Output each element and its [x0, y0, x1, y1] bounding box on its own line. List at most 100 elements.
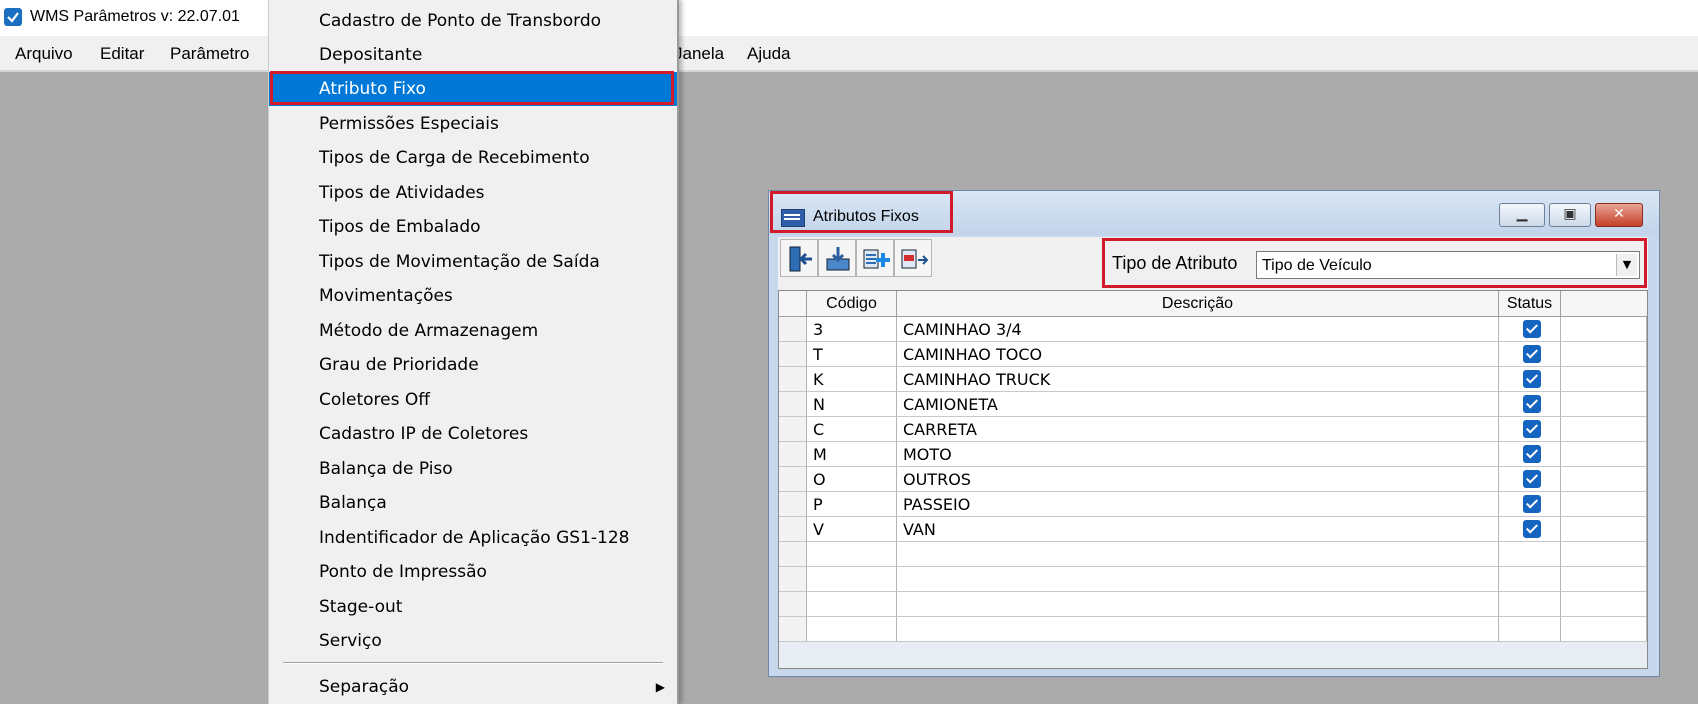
cell-descricao: MOTO [897, 442, 1499, 467]
status-checkbox[interactable] [1523, 470, 1541, 488]
menu-item-cadastro-ip-coletores[interactable]: Cadastro IP de Coletores [269, 417, 677, 451]
menu-item-metodo-armazenagem[interactable]: Método de Armazenagem [269, 314, 677, 348]
menu-parametro[interactable]: Parâmetro [170, 44, 249, 64]
menu-item-ponto-impressao[interactable]: Ponto de Impressão [269, 555, 677, 589]
close-button[interactable]: ✕ [1595, 203, 1643, 227]
row-indicator [779, 567, 807, 592]
header-status[interactable]: Status [1499, 291, 1561, 317]
status-checkbox[interactable] [1523, 320, 1541, 338]
cell-filler [1561, 492, 1647, 517]
cell-status[interactable] [1499, 442, 1561, 467]
menu-item-label: Indentificador de Aplicação GS1-128 [319, 528, 630, 548]
cell-status[interactable] [1499, 467, 1561, 492]
table-row[interactable]: O OUTROS [779, 467, 1647, 492]
menu-item-grau-prioridade[interactable]: Grau de Prioridade [269, 348, 677, 382]
table-row[interactable]: V VAN [779, 517, 1647, 542]
menu-item-tipos-embalado[interactable]: Tipos de Embalado [269, 210, 677, 244]
cell-descricao-text: OUTROS [903, 470, 971, 489]
cell-filler [1561, 392, 1647, 417]
menu-item-stage-out[interactable]: Stage-out [269, 590, 677, 624]
close-icon: ✕ [1613, 206, 1625, 222]
menu-item-label: Tipos de Carga de Recebimento [319, 148, 590, 168]
status-checkbox[interactable] [1523, 420, 1541, 438]
table-row[interactable]: M MOTO [779, 442, 1647, 467]
row-indicator [779, 592, 807, 617]
cell-status[interactable] [1499, 392, 1561, 417]
cell-status [1499, 542, 1561, 567]
row-indicator [779, 417, 807, 442]
menu-item-movimentacoes[interactable]: Movimentações [269, 279, 677, 313]
menu-item-depositante[interactable]: Depositante [269, 38, 677, 72]
menu-item-tipos-movimentacao-saida[interactable]: Tipos de Movimentação de Saída [269, 245, 677, 279]
menu-item-identificador-gs1[interactable]: Indentificador de Aplicação GS1-128 [269, 521, 677, 555]
exit-icon [789, 246, 812, 272]
minimize-button[interactable]: ▁ [1499, 203, 1545, 227]
menu-item-balanca-piso[interactable]: Balança de Piso [269, 452, 677, 486]
cell-status[interactable] [1499, 367, 1561, 392]
cell-filler [1561, 342, 1647, 367]
status-checkbox[interactable] [1523, 345, 1541, 363]
cell-descricao: PASSEIO [897, 492, 1499, 517]
atributos-grid: Código Descrição Status 3 CAMINHAO 3/4 T CA… [778, 290, 1648, 669]
row-indicator [779, 467, 807, 492]
status-checkbox[interactable] [1523, 445, 1541, 463]
menu-item-label: Separação [319, 677, 410, 697]
annotation-highlight-box [1102, 238, 1647, 288]
menu-item-ponto-transbordo[interactable]: Cadastro de Ponto de Transbordo [269, 4, 677, 38]
cell-status[interactable] [1499, 342, 1561, 367]
maximize-button[interactable]: ▣ [1549, 203, 1591, 227]
row-indicator [779, 442, 807, 467]
add-button[interactable] [856, 239, 894, 277]
menu-item-balanca[interactable]: Balança [269, 486, 677, 520]
table-row[interactable]: C CARRETA [779, 417, 1647, 442]
menu-item-label: Cadastro de Ponto de Transbordo [319, 11, 602, 31]
exit-button[interactable] [780, 239, 818, 277]
cell-status[interactable] [1499, 492, 1561, 517]
menu-item-servico[interactable]: Serviço [269, 624, 677, 658]
cell-filler [1561, 542, 1647, 567]
cell-filler [1561, 417, 1647, 442]
table-row[interactable] [779, 567, 1647, 592]
table-row[interactable]: T CAMINHAO TOCO [779, 342, 1647, 367]
menu-item-label: Grau de Prioridade [319, 355, 479, 375]
menu-item-separacao[interactable]: Separação ▶ [269, 670, 677, 704]
cell-descricao-text: VAN [903, 520, 936, 539]
cell-codigo: C [807, 417, 897, 442]
save-button[interactable] [818, 239, 856, 277]
menu-ajuda[interactable]: Ajuda [747, 44, 790, 64]
cell-status[interactable] [1499, 317, 1561, 342]
remove-button[interactable] [894, 239, 932, 277]
cell-descricao-text: MOTO [903, 445, 952, 464]
table-row[interactable]: P PASSEIO [779, 492, 1647, 517]
table-row[interactable]: K CAMINHAO TRUCK [779, 367, 1647, 392]
status-checkbox[interactable] [1523, 395, 1541, 413]
status-checkbox[interactable] [1523, 370, 1541, 388]
cell-codigo [807, 617, 897, 642]
header-codigo[interactable]: Código [807, 291, 897, 317]
header-descricao[interactable]: Descrição [897, 291, 1499, 317]
status-checkbox[interactable] [1523, 495, 1541, 513]
table-row[interactable] [779, 592, 1647, 617]
cell-status[interactable] [1499, 417, 1561, 442]
status-checkbox[interactable] [1523, 520, 1541, 538]
menu-arquivo[interactable]: Arquivo [15, 44, 73, 64]
cell-status [1499, 617, 1561, 642]
cell-descricao [897, 542, 1499, 567]
table-row[interactable]: 3 CAMINHAO 3/4 [779, 317, 1647, 342]
remove-icon [901, 249, 928, 269]
cell-descricao-text: CAMIONETA [903, 395, 998, 414]
menu-item-label: Cadastro IP de Coletores [319, 424, 529, 444]
cell-status[interactable] [1499, 517, 1561, 542]
table-row[interactable]: N CAMIONETA [779, 392, 1647, 417]
menu-janela[interactable]: Janela [674, 44, 724, 64]
row-indicator [779, 367, 807, 392]
annotation-highlight-box [770, 191, 953, 233]
cell-codigo [807, 567, 897, 592]
menu-item-tipos-atividades[interactable]: Tipos de Atividades [269, 176, 677, 210]
table-row[interactable] [779, 617, 1647, 642]
menu-item-coletores-off[interactable]: Coletores Off [269, 383, 677, 417]
menu-item-permissoes-especiais[interactable]: Permissões Especiais [269, 107, 677, 141]
table-row[interactable] [779, 542, 1647, 567]
menu-item-tipos-carga-recebimento[interactable]: Tipos de Carga de Recebimento [269, 141, 677, 175]
menu-editar[interactable]: Editar [100, 44, 144, 64]
